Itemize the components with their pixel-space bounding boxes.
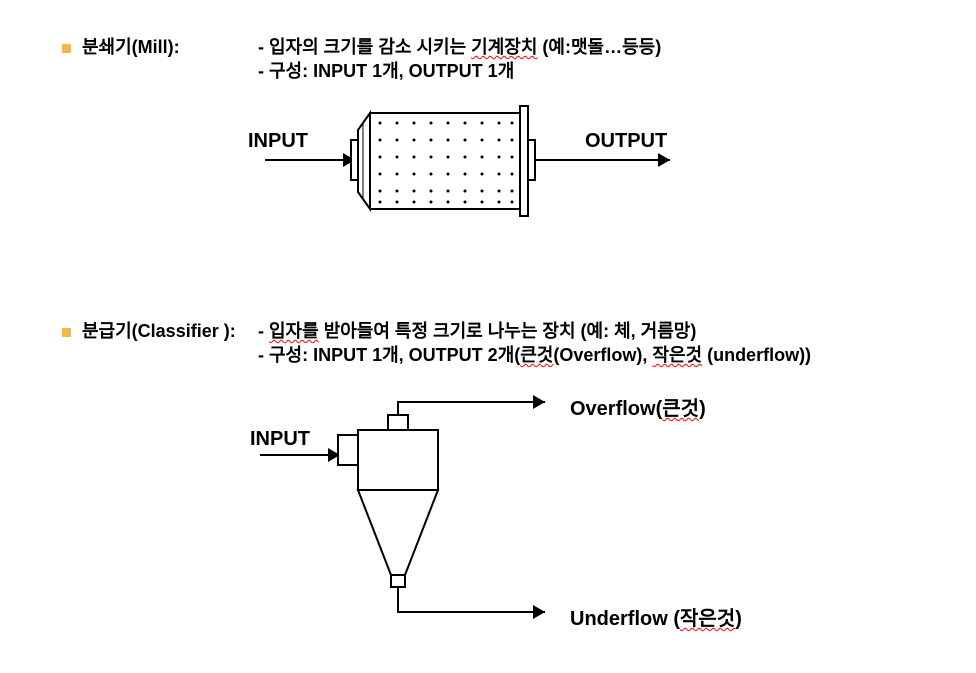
bullet-classifier — [62, 328, 71, 337]
mill-title: 분쇄기(Mill): — [82, 35, 180, 59]
underflow-hl: 작은것 — [680, 608, 735, 630]
classifier-desc2: - 구성: INPUT 1개, OUTPUT 2개(큰것(Overflow), … — [258, 343, 811, 367]
mill-desc2: - 구성: INPUT 1개, OUTPUT 1개 — [258, 59, 514, 83]
classifier-diagram — [240, 380, 620, 640]
classifier-desc1-hl: 입자를 — [269, 321, 319, 341]
classifier-title: 분급기(Classifier ): — [82, 319, 236, 343]
classifier-desc2-hl2: 작은것 — [652, 345, 702, 365]
classifier-desc2-hl1: 큰것 — [520, 345, 553, 365]
mill-diagram — [250, 100, 670, 250]
overflow-hl: 큰것 — [662, 398, 699, 420]
classifier-desc1: - 입자를 받아들여 특정 크기로 나누는 장치 (예: 체, 거름망) — [258, 319, 696, 343]
mill-desc1: - 입자의 크기를 감소 시키는 기계장치 (예:맷돌…등등) — [258, 35, 661, 59]
bullet-mill — [62, 44, 71, 53]
mill-desc1-hl: 기계장치 — [471, 37, 537, 57]
